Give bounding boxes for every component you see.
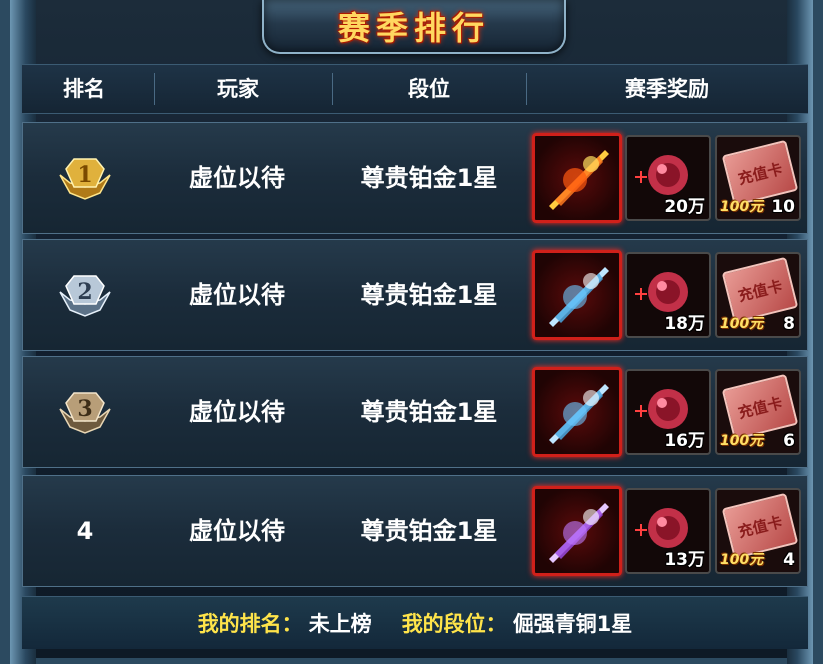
reward-card-slot[interactable]: 充值卡 100元 6 [715, 369, 801, 455]
silver-medal-icon: 2 [59, 275, 111, 317]
card-value: 100元 [720, 433, 764, 449]
tier-name: 尊贵铂金1星 [360, 281, 498, 309]
card-quantity: 8 [783, 314, 795, 334]
header-player: 玩家 [217, 77, 259, 101]
my-rank-label: 我的排名： [197, 612, 303, 636]
card-label: 充值卡 [736, 276, 785, 305]
flame-sword-icon [549, 150, 609, 210]
reward-weapon-slot[interactable] [532, 367, 622, 457]
reward-gem-slot[interactable]: 16万 [625, 369, 711, 455]
reward-weapon-slot[interactable] [532, 133, 622, 223]
card-quantity: 4 [783, 550, 795, 570]
reward-card-slot[interactable]: 充值卡 100元 8 [715, 252, 801, 338]
medal-number: 1 [77, 162, 92, 188]
player-name: 虚位以待 [189, 398, 285, 426]
header-tier: 段位 [408, 77, 450, 101]
header-rank: 排名 [63, 77, 105, 101]
player-name: 虚位以待 [189, 164, 285, 192]
reward-card-slot[interactable]: 充值卡 100元 10 [715, 135, 801, 221]
rank-row-1[interactable]: 1 虚位以待 尊贵铂金1星 20万 充值卡 100元 10 [22, 122, 808, 234]
my-tier-value: 倔强青铜1星 [512, 612, 633, 636]
gem-quantity: 20万 [664, 197, 705, 217]
ice-sword-icon [549, 384, 609, 444]
card-value: 100元 [720, 199, 764, 215]
tier-name: 尊贵铂金1星 [360, 398, 498, 426]
ice-sword-icon [549, 267, 609, 327]
title-plate: 赛季排行 [262, 0, 566, 54]
card-quantity: 6 [783, 431, 795, 451]
rank-cell: 3 [23, 357, 147, 467]
card-value: 100元 [720, 316, 764, 332]
card-quantity: 10 [771, 197, 795, 217]
reward-card-slot[interactable]: 充值卡 100元 4 [715, 488, 801, 574]
rank-row-4[interactable]: 4 虚位以待 尊贵铂金1星 13万 充值卡 100元 4 [22, 475, 808, 587]
reward-weapon-slot[interactable] [532, 486, 622, 576]
rank-number: 4 [76, 517, 94, 545]
card-label: 充值卡 [736, 393, 785, 422]
rank-cell: 1 [23, 123, 147, 233]
header-rewards: 赛季奖励 [625, 77, 709, 101]
card-label: 充值卡 [736, 159, 785, 188]
gem-quantity: 18万 [664, 314, 705, 334]
bronze-medal-icon: 3 [59, 392, 111, 434]
rank-row-3[interactable]: 3 虚位以待 尊贵铂金1星 16万 充值卡 100元 6 [22, 356, 808, 468]
gold-medal-icon: 1 [59, 158, 111, 200]
my-tier-label: 我的段位： [401, 612, 507, 636]
tier-name: 尊贵铂金1星 [360, 164, 498, 192]
table-header: 排名 玩家 段位 赛季奖励 [22, 64, 808, 114]
my-status-bar: 我的排名： 未上榜 我的段位： 倔强青铜1星 [22, 596, 808, 649]
gem-quantity: 16万 [664, 431, 705, 451]
reward-weapon-slot[interactable] [532, 250, 622, 340]
panel-title: 赛季排行 [337, 9, 490, 47]
gem-quantity: 13万 [664, 550, 705, 570]
rank-cell: 4 [23, 476, 147, 586]
player-name: 虚位以待 [189, 281, 285, 309]
medal-number: 3 [77, 396, 92, 422]
purple-sword-icon [549, 503, 609, 563]
medal-number: 2 [77, 279, 92, 305]
card-label: 充值卡 [736, 512, 785, 541]
my-rank-value: 未上榜 [308, 612, 372, 636]
card-value: 100元 [720, 552, 764, 568]
reward-gem-slot[interactable]: 13万 [625, 488, 711, 574]
rank-cell: 2 [23, 240, 147, 350]
reward-gem-slot[interactable]: 20万 [625, 135, 711, 221]
tier-name: 尊贵铂金1星 [360, 517, 498, 545]
rank-row-2[interactable]: 2 虚位以待 尊贵铂金1星 18万 充值卡 100元 8 [22, 239, 808, 351]
player-name: 虚位以待 [189, 517, 285, 545]
reward-gem-slot[interactable]: 18万 [625, 252, 711, 338]
